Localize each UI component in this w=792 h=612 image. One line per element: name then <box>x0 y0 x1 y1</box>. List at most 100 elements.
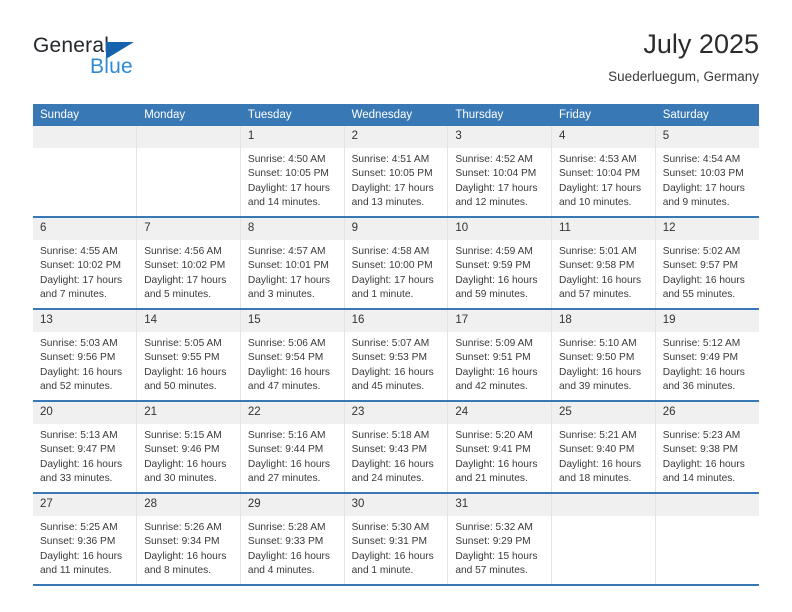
day-detail-line: Sunrise: 4:54 AM <box>662 154 741 165</box>
calendar-day-cell[interactable]: 19 Sunrise: 5:12 AM Sunset: 9:49 PM Dayligh… <box>655 309 759 402</box>
day-details: Sunrise: 4:59 AM Sunset: 9:59 PM Daylight:… <box>448 240 551 303</box>
day-detail-line: and 4 minutes. <box>247 565 315 577</box>
calendar-day-cell[interactable]: 30 Sunrise: 5:30 AM Sunset: 9:31 PM Dayligh… <box>344 493 449 586</box>
day-detail-line: Daylight: 16 hours <box>40 550 123 562</box>
calendar-day-cell[interactable]: 5 Sunrise: 4:54 AM Sunset: 10:03 PM Dayligh… <box>655 126 759 218</box>
calendar-day-cell[interactable]: 14 Sunrise: 5:05 AM Sunset: 9:55 PM Dayligh… <box>136 309 241 402</box>
day-detail-line: Daylight: 16 hours <box>351 550 434 562</box>
page-subtitle: Suederluegum, Germany <box>608 69 759 84</box>
day-number: 5 <box>655 126 759 148</box>
calendar-day-cell[interactable]: 28 Sunrise: 5:26 AM Sunset: 9:34 PM Dayligh… <box>136 493 241 586</box>
calendar-day-cell[interactable]: 15 Sunrise: 5:06 AM Sunset: 9:54 PM Dayligh… <box>240 309 345 402</box>
calendar-day-cell[interactable]: 24 Sunrise: 5:20 AM Sunset: 9:41 PM Dayligh… <box>447 401 553 494</box>
calendar-day-cell[interactable]: 8 Sunrise: 4:57 AM Sunset: 10:01 PM Dayligh… <box>240 217 345 310</box>
day-detail-line: Sunrise: 4:55 AM <box>40 246 118 257</box>
day-detail-line: and 14 minutes. <box>662 473 736 485</box>
day-number: 15 <box>240 310 344 332</box>
day-detail-line: Sunset: 9:29 PM <box>455 536 531 548</box>
calendar-day-cell[interactable]: 26 Sunrise: 5:23 AM Sunset: 9:38 PM Dayligh… <box>655 401 759 494</box>
month-calendar-table: Sunday Monday Tuesday Wednesday Thursday… <box>33 104 759 586</box>
day-details: Sunrise: 5:30 AM Sunset: 9:31 PM Daylight:… <box>345 516 448 579</box>
day-number: 7 <box>137 218 240 240</box>
day-detail-line: Sunset: 9:33 PM <box>247 536 324 548</box>
day-detail-line: Daylight: 17 hours <box>247 274 331 286</box>
day-details: Sunrise: 5:28 AM Sunset: 9:33 PM Daylight:… <box>241 516 344 579</box>
calendar-day-cell[interactable]: 3 Sunrise: 4:52 AM Sunset: 10:04 PM Dayligh… <box>447 126 553 218</box>
day-number: 11 <box>552 218 655 240</box>
calendar-day-cell[interactable]: 13 Sunrise: 5:03 AM Sunset: 9:56 PM Dayligh… <box>33 309 138 402</box>
calendar-day-cell[interactable]: 31 Sunrise: 5:32 AM Sunset: 9:29 PM Dayligh… <box>447 493 553 586</box>
day-detail-line: Sunrise: 5:03 AM <box>40 338 118 349</box>
calendar-week-row: 1 Sunrise: 4:50 AM Sunset: 10:05 PM Dayligh… <box>33 126 759 218</box>
calendar-day-cell-empty <box>551 493 656 586</box>
day-detail-line: Daylight: 16 hours <box>662 366 745 378</box>
day-detail-line: Sunset: 9:47 PM <box>40 444 116 456</box>
calendar-day-cell[interactable]: 1 Sunrise: 4:50 AM Sunset: 10:05 PM Dayligh… <box>240 126 345 218</box>
day-detail-line: and 55 minutes. <box>662 289 736 301</box>
day-detail-line: Sunrise: 5:09 AM <box>455 338 533 349</box>
day-detail-line: Sunset: 9:34 PM <box>144 536 220 548</box>
day-detail-line: Sunrise: 5:20 AM <box>455 430 533 441</box>
calendar-day-cell[interactable]: 22 Sunrise: 5:16 AM Sunset: 9:44 PM Dayligh… <box>240 401 345 494</box>
weekday-header-friday: Friday <box>551 104 656 126</box>
day-number: 13 <box>33 310 137 332</box>
day-details: Sunrise: 5:10 AM Sunset: 9:50 PM Daylight:… <box>552 332 655 395</box>
logo-text-blue: Blue <box>90 55 133 78</box>
day-detail-line: Sunset: 9:41 PM <box>455 444 531 456</box>
day-details: Sunrise: 5:18 AM Sunset: 9:43 PM Daylight:… <box>345 424 448 487</box>
day-detail-line: Sunrise: 4:57 AM <box>247 246 326 257</box>
day-detail-line: and 1 minute. <box>351 565 414 577</box>
calendar-page: General Blue July 2025 Suederluegum, Ger… <box>0 0 792 612</box>
calendar-day-cell-empty <box>33 126 138 218</box>
day-details: Sunrise: 4:52 AM Sunset: 10:04 PM Daylight… <box>448 148 551 211</box>
calendar-day-cell[interactable]: 6 Sunrise: 4:55 AM Sunset: 10:02 PM Dayligh… <box>33 217 138 310</box>
day-details: Sunrise: 5:26 AM Sunset: 9:34 PM Daylight:… <box>137 516 240 579</box>
day-detail-line: and 8 minutes. <box>144 565 212 577</box>
day-number: 19 <box>655 310 759 332</box>
day-detail-line: Sunrise: 5:26 AM <box>144 522 222 533</box>
calendar-day-cell[interactable]: 23 Sunrise: 5:18 AM Sunset: 9:43 PM Dayligh… <box>344 401 449 494</box>
calendar-day-cell-empty <box>136 126 241 218</box>
calendar-day-cell[interactable]: 16 Sunrise: 5:07 AM Sunset: 9:53 PM Dayligh… <box>344 309 449 402</box>
day-detail-line: Sunrise: 4:51 AM <box>351 154 430 165</box>
day-detail-line: Sunset: 10:05 PM <box>247 168 329 180</box>
day-details: Sunrise: 5:02 AM Sunset: 9:57 PM Daylight:… <box>656 240 759 303</box>
day-detail-line: Sunrise: 5:18 AM <box>351 430 430 441</box>
day-number: 6 <box>33 218 137 240</box>
calendar-day-cell[interactable]: 10 Sunrise: 4:59 AM Sunset: 9:59 PM Dayligh… <box>447 217 553 310</box>
calendar-day-cell[interactable]: 2 Sunrise: 4:51 AM Sunset: 10:05 PM Dayligh… <box>344 126 449 218</box>
calendar-day-cell[interactable]: 25 Sunrise: 5:21 AM Sunset: 9:40 PM Dayligh… <box>551 401 656 494</box>
day-detail-line: Sunset: 10:04 PM <box>559 168 640 180</box>
weekday-header-row: Sunday Monday Tuesday Wednesday Thursday… <box>33 104 759 126</box>
calendar-day-cell[interactable]: 12 Sunrise: 5:02 AM Sunset: 9:57 PM Dayligh… <box>655 217 759 310</box>
day-number: 20 <box>33 402 137 424</box>
day-detail-line: Sunset: 9:46 PM <box>144 444 220 456</box>
calendar-day-cell[interactable]: 20 Sunrise: 5:13 AM Sunset: 9:47 PM Dayligh… <box>33 401 138 494</box>
day-detail-line: Sunrise: 4:56 AM <box>144 246 222 257</box>
day-number <box>33 126 137 148</box>
calendar-day-cell[interactable]: 17 Sunrise: 5:09 AM Sunset: 9:51 PM Dayligh… <box>447 309 553 402</box>
day-details: Sunrise: 5:03 AM Sunset: 9:56 PM Daylight:… <box>33 332 136 395</box>
calendar-day-cell[interactable]: 9 Sunrise: 4:58 AM Sunset: 10:00 PM Dayligh… <box>344 217 449 310</box>
weekday-header-sunday: Sunday <box>33 104 138 126</box>
day-details: Sunrise: 4:50 AM Sunset: 10:05 PM Daylight… <box>241 148 344 211</box>
day-detail-line: Daylight: 16 hours <box>144 550 227 562</box>
day-detail-line: and 50 minutes. <box>144 381 217 393</box>
calendar-day-cell[interactable]: 4 Sunrise: 4:53 AM Sunset: 10:04 PM Dayligh… <box>551 126 656 218</box>
calendar-day-cell[interactable]: 11 Sunrise: 5:01 AM Sunset: 9:58 PM Dayligh… <box>551 217 656 310</box>
calendar-day-cell[interactable]: 7 Sunrise: 4:56 AM Sunset: 10:02 PM Dayligh… <box>136 217 241 310</box>
day-number <box>137 126 240 148</box>
weekday-header-tuesday: Tuesday <box>240 104 345 126</box>
day-detail-line: and 39 minutes. <box>559 381 632 393</box>
day-detail-line: Sunrise: 5:02 AM <box>662 246 741 257</box>
calendar-day-cell[interactable]: 21 Sunrise: 5:15 AM Sunset: 9:46 PM Dayligh… <box>136 401 241 494</box>
day-detail-line: Sunrise: 5:07 AM <box>351 338 430 349</box>
day-detail-line: Sunset: 9:59 PM <box>455 260 531 272</box>
general-blue-logo[interactable]: General Blue <box>33 34 213 86</box>
calendar-day-cell[interactable]: 29 Sunrise: 5:28 AM Sunset: 9:33 PM Dayligh… <box>240 493 345 586</box>
weekday-header-monday: Monday <box>136 104 241 126</box>
calendar-day-cell[interactable]: 27 Sunrise: 5:25 AM Sunset: 9:36 PM Dayligh… <box>33 493 138 586</box>
calendar-day-cell[interactable]: 18 Sunrise: 5:10 AM Sunset: 9:50 PM Dayligh… <box>551 309 656 402</box>
day-detail-line: Sunrise: 5:30 AM <box>351 522 430 533</box>
day-detail-line: and 59 minutes. <box>455 289 528 301</box>
